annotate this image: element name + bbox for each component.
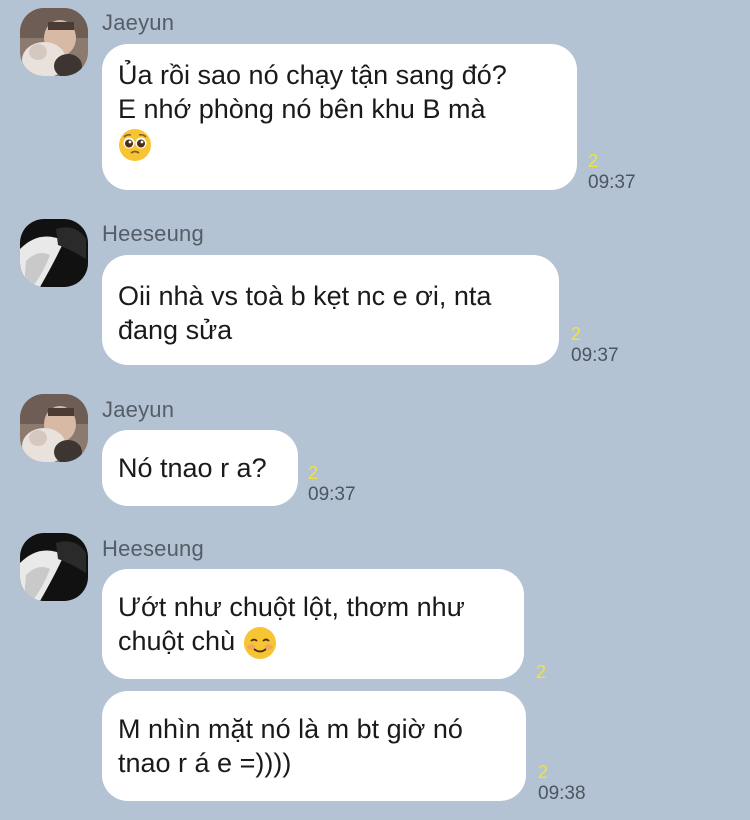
message-bubble[interactable]: Nó tnao r a? [102, 430, 298, 506]
timestamp: 09:37 [571, 345, 619, 366]
message-bubble[interactable]: Oii nhà vs toà b kẹt nc e ơi, nta đang s… [102, 255, 559, 365]
chat-thread[interactable]: Jaeyun Ủa rồi sao nó chạy tận sang đó? E… [0, 0, 750, 820]
sender-name: Jaeyun [102, 10, 175, 35]
message-text-fragment: chuột chù [118, 626, 243, 656]
read-count: 2 [308, 463, 319, 483]
message-text: Ủa rồi sao nó chạy tận sang đó? [118, 60, 507, 90]
message-text: Ướt như chuột lột, thơm như [118, 592, 465, 622]
sender-name: Heeseung [102, 221, 204, 246]
sender-name: Jaeyun [102, 397, 175, 422]
read-count: 2 [571, 324, 582, 344]
message-text: đang sửa [118, 315, 233, 345]
message-text: E nhớ phòng nó bên khu B mà [118, 94, 486, 124]
jaeyun-avatar[interactable] [20, 394, 88, 462]
message-text [118, 126, 561, 162]
message-bubble[interactable]: Ủa rồi sao nó chạy tận sang đó? E nhớ ph… [102, 44, 577, 190]
message-bubble[interactable]: M nhìn mặt nó là m bt giờ nó tnao r á e … [102, 691, 526, 801]
message-meta: 2 09:37 [308, 462, 356, 506]
heeseung-avatar[interactable] [20, 219, 88, 287]
message-meta: 2 09:37 [571, 323, 619, 367]
read-count: 2 [538, 762, 549, 782]
heeseung-avatar[interactable] [20, 533, 88, 601]
timestamp: 09:37 [588, 172, 636, 193]
read-count: 2 [588, 151, 599, 171]
smiling-face-icon [243, 626, 277, 660]
message-meta: 2 09:38 [538, 761, 586, 805]
message-meta: 2 09:37 [588, 150, 636, 194]
timestamp: 09:38 [538, 783, 586, 804]
message-text: tnao r á e =)))) [118, 748, 292, 778]
pleading-face-icon [118, 128, 152, 162]
message-text: Oii nhà vs toà b kẹt nc e ơi, nta [118, 281, 492, 311]
message-bubble[interactable]: Ướt như chuột lột, thơm như chuột chù [102, 569, 524, 679]
sender-name: Heeseung [102, 536, 204, 561]
message-text: chuột chù [118, 624, 508, 660]
message-text: Nó tnao r a? [118, 453, 267, 483]
message-meta: 2 [536, 661, 546, 683]
read-count: 2 [536, 662, 547, 682]
timestamp: 09:37 [308, 484, 356, 505]
jaeyun-avatar[interactable] [20, 8, 88, 76]
message-text: M nhìn mặt nó là m bt giờ nó [118, 714, 463, 744]
